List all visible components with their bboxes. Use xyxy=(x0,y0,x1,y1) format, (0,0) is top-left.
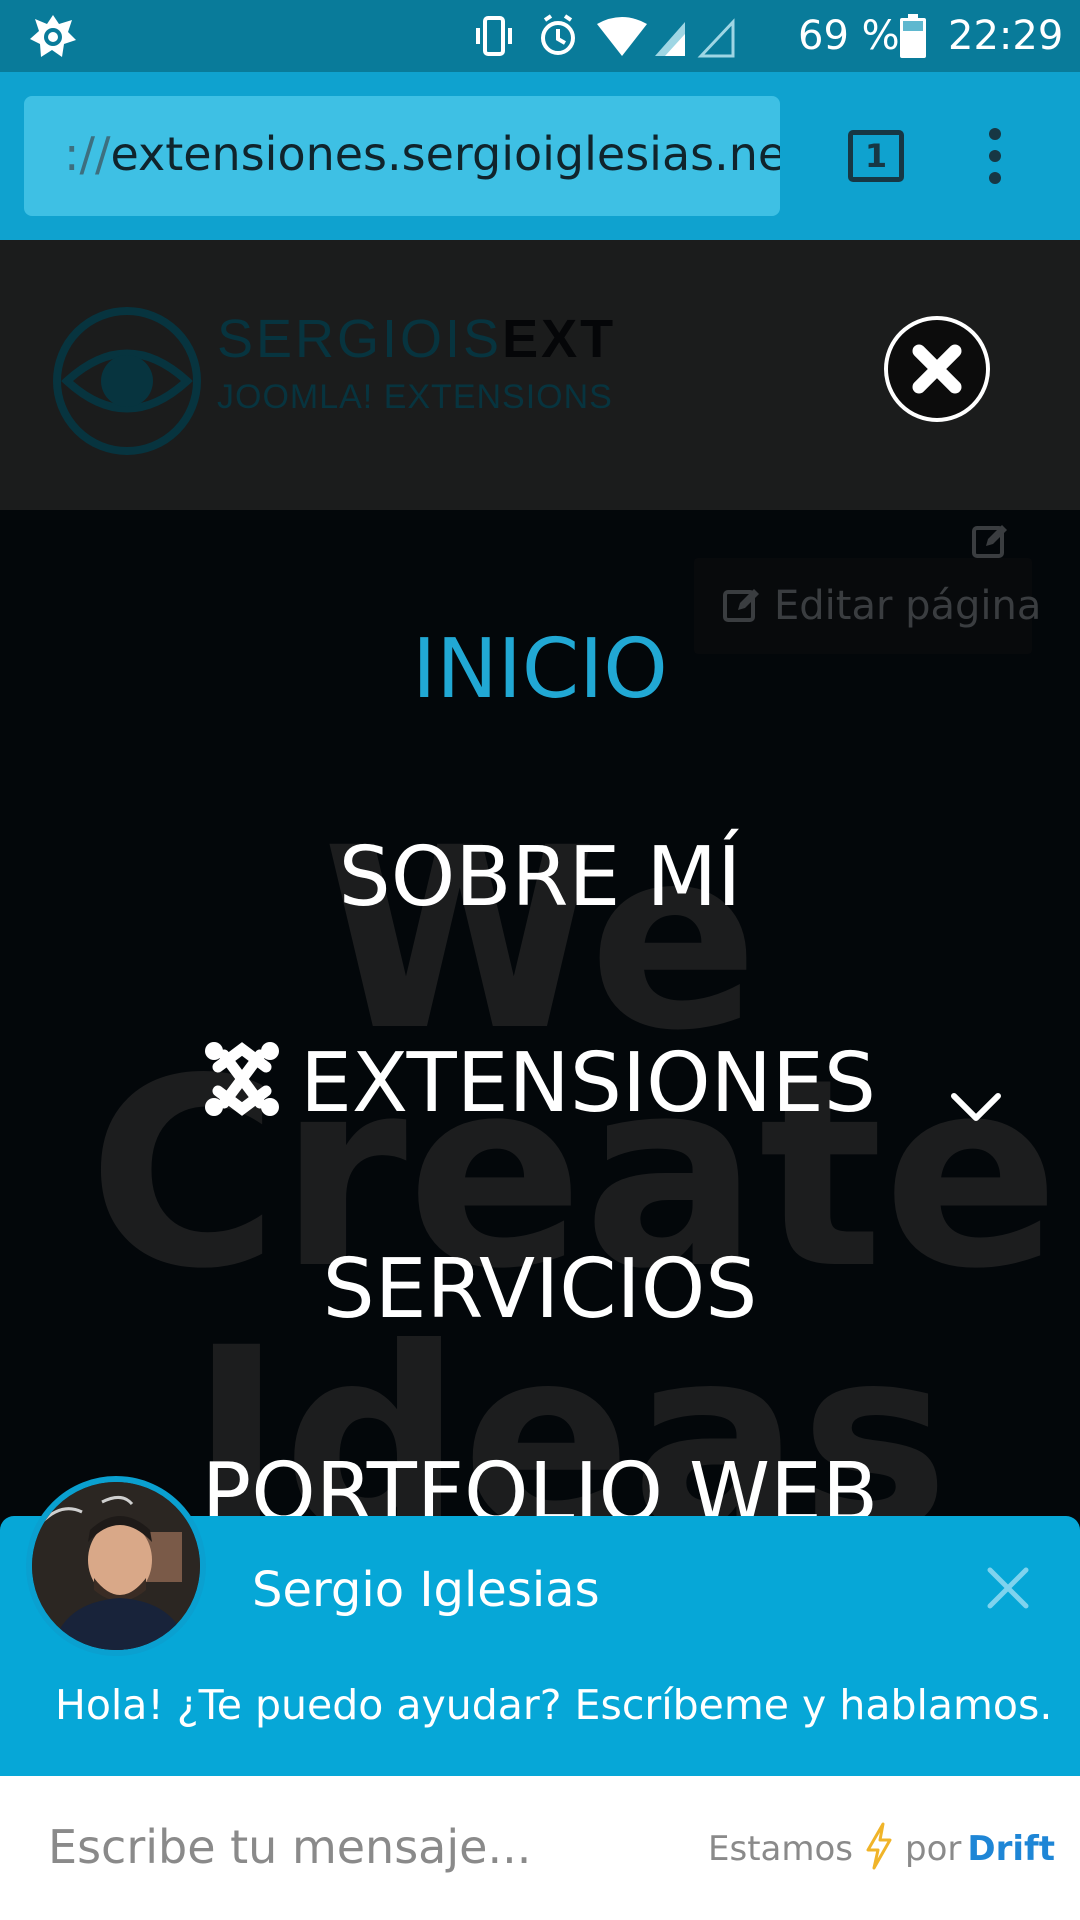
logo-brand-bold: EXT xyxy=(502,309,617,369)
nav-item-inicio[interactable]: INICIO xyxy=(0,620,1080,720)
status-icons xyxy=(476,14,735,58)
url-text: ://extensiones.sergioiglesias.net xyxy=(64,126,780,182)
chat-widget: Sergio Iglesias Hola! ¿Te puedo ayudar? … xyxy=(0,1476,1080,1920)
status-bar: 69 % 22:29 xyxy=(0,0,1080,72)
eye-logo-icon xyxy=(53,307,201,455)
joomla-icon xyxy=(205,1042,280,1116)
powered-by-drift[interactable]: Estamos por Drift xyxy=(708,1822,1055,1874)
chevron-down-icon[interactable] xyxy=(948,1086,1004,1126)
nav-item-extensiones-label: EXTENSIONES xyxy=(300,1036,876,1131)
alarm-icon xyxy=(541,14,575,55)
tab-count: 1 xyxy=(864,137,888,175)
agent-avatar xyxy=(26,1476,206,1656)
site-logo[interactable]: SERGIOISEXT JOOMLA! EXTENSIONS xyxy=(52,306,613,456)
edit-icon[interactable] xyxy=(970,520,1010,560)
wifi-icon xyxy=(597,17,647,56)
drift-brand: Drift xyxy=(967,1829,1056,1869)
close-menu-button[interactable] xyxy=(884,316,990,422)
url-host: extensiones.sergioiglesias.net xyxy=(110,127,781,181)
nav-item-servicios[interactable]: SERVICIOS xyxy=(0,1240,1080,1340)
logo-brand-light: SERGIOIS xyxy=(217,309,503,369)
logo-tagline: JOOMLA! EXTENSIONS xyxy=(217,378,613,416)
vibrate-icon xyxy=(476,16,512,56)
browser-toolbar: ://extensiones.sergioiglesias.net 1 xyxy=(0,72,1080,240)
powered-by-label: por xyxy=(905,1829,962,1869)
overflow-menu-button[interactable] xyxy=(986,128,1004,186)
agent-name: Sergio Iglesias xyxy=(252,1562,600,1618)
powered-prefix: Estamos xyxy=(708,1829,853,1869)
logo-brand: SERGIOISEXT xyxy=(217,308,616,370)
edit-icon xyxy=(723,589,759,622)
agent-photo xyxy=(32,1482,200,1650)
signal-empty-icon xyxy=(697,18,735,58)
close-icon xyxy=(912,344,962,394)
url-scheme: :// xyxy=(64,127,111,181)
chat-composer: Estamos porDrift xyxy=(0,1776,1080,1920)
close-chat-icon[interactable] xyxy=(984,1564,1032,1612)
battery-icon xyxy=(900,14,926,58)
avast-icon xyxy=(30,15,76,57)
lightning-bolt-icon xyxy=(866,1822,892,1870)
clock: 22:29 xyxy=(948,13,1064,59)
site-header: SERGIOISEXT JOOMLA! EXTENSIONS xyxy=(0,240,1080,510)
chat-message-input[interactable] xyxy=(48,1812,648,1882)
address-bar[interactable]: ://extensiones.sergioiglesias.net xyxy=(24,96,780,216)
tab-switcher-button[interactable]: 1 xyxy=(848,130,904,182)
chat-greeting: Hola! ¿Te puedo ayudar? Escríbeme y habl… xyxy=(55,1681,1053,1729)
nav-item-extensiones[interactable]: EXTENSIONES xyxy=(0,1034,1080,1134)
nav-item-sobre-mi[interactable]: SOBRE MÍ xyxy=(0,828,1080,928)
battery-percent: 69 % xyxy=(798,13,900,59)
